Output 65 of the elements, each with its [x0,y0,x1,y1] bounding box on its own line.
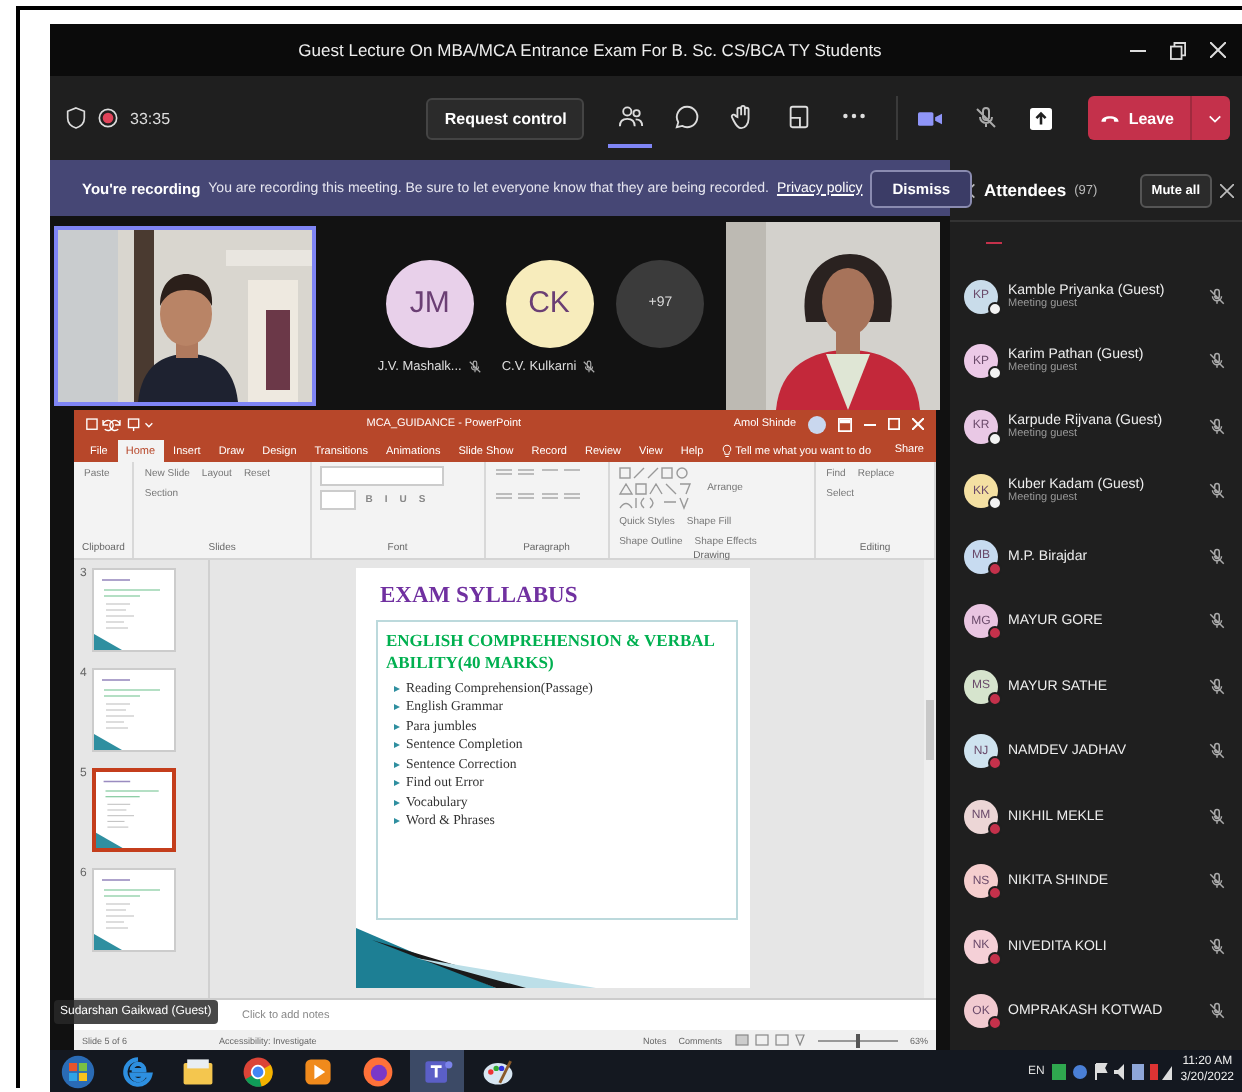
chrome-icon [239,1053,275,1089]
bullet-icon [394,723,400,730]
panel-title: Attendees [984,180,1067,200]
mic-off-icon [1208,612,1226,631]
tray-icons-drawing[interactable] [1052,1061,1173,1081]
close-icon[interactable] [1220,183,1234,197]
shield-icon[interactable] [66,106,86,130]
mic-off-icon [1208,872,1226,891]
bullet-icon [394,780,400,787]
bullet-icon [394,685,400,692]
firefox-icon [359,1053,395,1089]
media-player-icon [299,1053,335,1089]
recording-icon [98,108,118,128]
mic-off-icon [467,359,482,373]
people-icon [617,103,644,129]
participant-avatar: CK [505,259,594,347]
mic-off-icon [1208,287,1226,306]
window-title: Guest Lecture On MBA/MCA Entrance Exam For B. Sc. CS/BCA TY Students [296,40,884,60]
restore-icon[interactable] [1170,41,1186,59]
user-avatar[interactable] [808,415,826,433]
phone-icon [1100,113,1121,123]
bullet-icon [394,761,400,768]
mic-off-icon [1208,417,1226,436]
folder-icon [179,1053,215,1089]
ribbon-display-icon[interactable] [838,417,852,431]
slide-thumbnail[interactable] [92,768,177,852]
font-size-field[interactable] [319,490,356,510]
font-name-field[interactable] [319,466,444,486]
more-icon [842,112,867,120]
mic-off-icon [1208,1002,1226,1021]
slide-heading: ENGLISH COMPREHENSION & VERBAL ABILITY(40 MARKS) [386,630,716,676]
slide-title: EXAM SYLLABUS [378,584,580,608]
lightbulb-icon [721,444,732,458]
share-screen-icon[interactable] [1030,107,1053,129]
caret-icon [1208,113,1222,123]
start-icon [59,1053,95,1089]
chat-icon [673,103,700,129]
bullet-icon [394,818,400,825]
bullet-icon [394,704,400,711]
mic-off-icon [974,106,999,130]
hand-icon [729,103,756,129]
request-control-button[interactable]: Request control [426,97,585,139]
mic-off-icon [1208,937,1226,956]
bullet-icon [394,799,400,806]
meeting-timer: 33:35 [130,109,171,127]
mic-off-icon [1208,547,1226,566]
browser-icon [119,1053,155,1089]
view-buttons-drawing[interactable] [733,1034,806,1046]
mic-off-icon [1208,742,1226,761]
leave-button[interactable]: Leave [1088,96,1230,140]
bullet-icon [394,742,400,749]
rooms-icon [785,103,812,129]
camera-icon[interactable] [918,109,943,127]
mic-off-icon [1208,352,1226,371]
back-icon[interactable] [966,181,976,199]
quick-access-drawing[interactable] [86,417,154,431]
taskbar-app[interactable] [410,1050,464,1092]
mic-off-icon [1208,807,1226,826]
minimize-icon[interactable] [1130,49,1146,51]
mic-off-icon [1208,482,1226,501]
close-icon[interactable] [1210,42,1226,58]
scrollbar[interactable] [924,560,936,998]
mic-off-icon [1208,677,1226,696]
participant-avatar: JM [385,259,474,347]
mic-off-icon [582,359,597,373]
